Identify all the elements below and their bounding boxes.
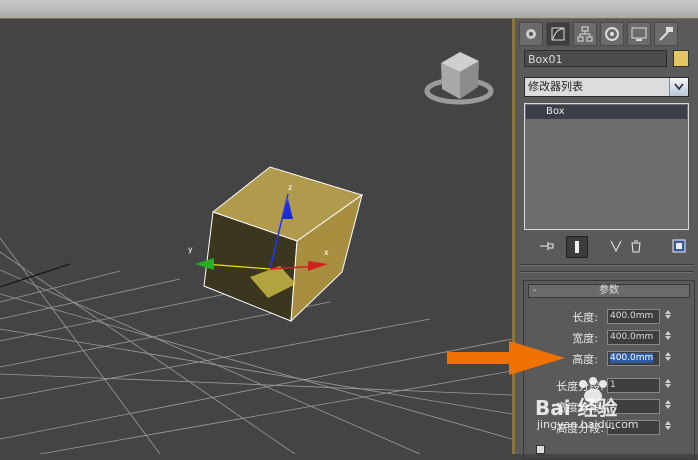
command-panel-tabs [519, 22, 678, 46]
hierarchy-tab[interactable] [573, 22, 597, 46]
object-name-field[interactable]: Box01 [524, 50, 667, 67]
z-axis-label: z [288, 183, 292, 192]
motion-icon [605, 27, 619, 41]
trash-icon [631, 240, 641, 253]
height-input[interactable]: 400.0mm [607, 351, 660, 366]
modify-icon [551, 27, 565, 41]
parameters-rollout-header[interactable]: - 参数 [528, 284, 690, 298]
rollout-title: 参数 [599, 285, 619, 296]
modify-tab[interactable] [546, 22, 570, 46]
watermark-brand: Bai 经验 [535, 396, 618, 420]
width-input[interactable]: 400.0mm [607, 330, 660, 345]
length-label: 长度: [572, 311, 598, 324]
modifier-list-dropdown[interactable]: 修改器列表 [524, 77, 689, 97]
generate-mapping-coords-checkbox[interactable] [536, 445, 545, 454]
title-bar [0, 0, 698, 19]
object-color-swatch[interactable] [673, 50, 689, 67]
configure-icon [672, 239, 686, 253]
make-unique-button[interactable] [606, 236, 626, 256]
y-axis-label: y [188, 245, 193, 254]
display-icon [631, 27, 647, 41]
viewcube[interactable] [424, 52, 494, 105]
configure-modifier-sets-button[interactable] [669, 236, 689, 256]
display-tab[interactable] [627, 22, 651, 46]
height-value: 400.0mm [610, 353, 654, 363]
hierarchy-icon [577, 26, 593, 42]
annotation-arrow [447, 341, 565, 375]
utilities-tab[interactable] [654, 22, 678, 46]
length-input[interactable]: 400.0mm [607, 309, 660, 324]
utilities-icon [659, 27, 673, 41]
motion-tab[interactable] [600, 22, 624, 46]
length-spinner[interactable] [663, 309, 672, 324]
box01-object[interactable] [203, 166, 364, 323]
chevron-down-icon[interactable] [669, 78, 688, 96]
modifier-list-label: 修改器列表 [528, 80, 583, 93]
pin-icon [540, 242, 554, 250]
x-axis-label: x [324, 248, 329, 257]
show-end-result-button[interactable] [566, 236, 588, 258]
viewport-scene[interactable]: z x y [0, 19, 512, 454]
create-tab[interactable] [519, 22, 543, 46]
make-unique-icon [610, 240, 622, 253]
divider [520, 264, 693, 266]
stack-item-box[interactable]: Box [526, 105, 687, 119]
perspective-viewport[interactable]: z x y [0, 19, 515, 454]
watermark-url: jingyan.baidu.com [537, 418, 639, 431]
width-spinner[interactable] [663, 330, 672, 345]
remove-modifier-button[interactable] [626, 236, 646, 256]
modifier-stack[interactable]: Box [524, 103, 689, 230]
baidu-watermark: Bai 经验 jingyan.baidu.com [531, 377, 691, 438]
pin-stack-button[interactable] [537, 236, 557, 256]
stack-toolbar [524, 236, 694, 258]
end-result-icon [575, 241, 579, 253]
create-icon [526, 29, 536, 39]
divider [520, 271, 693, 273]
height-spinner[interactable] [663, 351, 672, 366]
